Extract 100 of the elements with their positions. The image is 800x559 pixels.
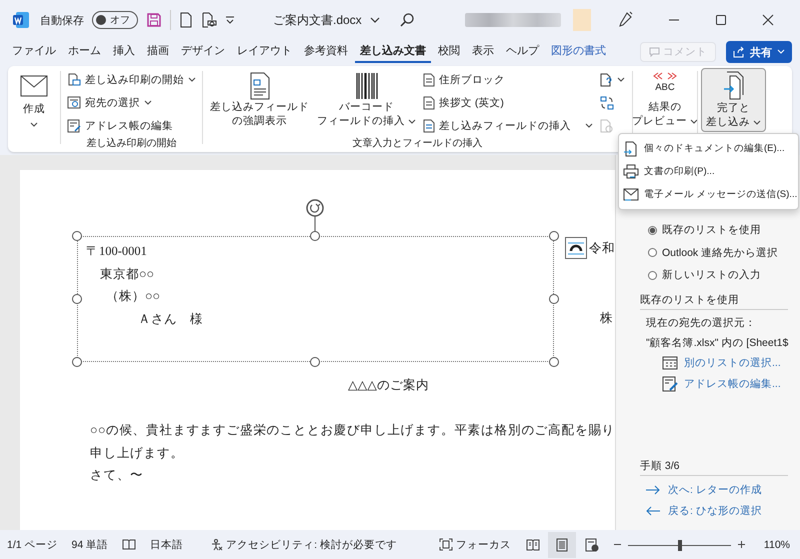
barcode-icon (354, 72, 378, 100)
group-label: 文章入力とフィールドの挿入 (352, 137, 482, 150)
resize-handle[interactable] (548, 356, 558, 366)
resize-handle[interactable] (548, 294, 558, 304)
autosave-toggle[interactable]: オフ (92, 11, 138, 29)
address-line: （株）○○ (106, 288, 160, 305)
page-count[interactable]: 1/1 ページ (7, 538, 58, 552)
previous-step-link[interactable]: 戻る: ひな形の選択 (646, 504, 762, 518)
document-arrow-icon (722, 71, 744, 101)
resize-handle[interactable] (72, 230, 82, 240)
step-heading: 手順 3/6 (640, 459, 788, 476)
radio-label[interactable]: Outlook 連絡先から選択 (662, 246, 778, 260)
source-value: "顧客名簿.xlsx" 内の [Sheet1$ (646, 336, 788, 350)
search-icon[interactable] (399, 12, 415, 28)
focus-icon (438, 538, 453, 551)
ribbon-tab[interactable]: デザイン (176, 41, 230, 63)
resize-handle[interactable] (548, 230, 558, 240)
document-icon[interactable] (179, 12, 193, 28)
document-title[interactable]: ご案内文書.docx (273, 12, 362, 28)
ribbon-menu-button[interactable]: 住所ブロック (420, 70, 596, 90)
comment-icon (649, 47, 660, 57)
menu-item[interactable]: 電子メール メッセージの送信(S)... (619, 183, 798, 206)
ribbon-menu-button[interactable]: 宛先の選択 (64, 93, 199, 113)
resize-handle[interactable] (310, 356, 320, 366)
document-question-icon (600, 73, 614, 87)
ribbon-large-button[interactable]: バーコード フィールドの挿入 (313, 69, 420, 137)
print-preview-icon[interactable] (201, 12, 217, 28)
address-line: Ａさん 様 (138, 310, 203, 328)
share-icon (733, 46, 745, 58)
resize-handle[interactable] (310, 230, 320, 240)
body-text-line: 申し上げます。 (90, 444, 184, 462)
ribbon-tab[interactable]: 図形の書式 (546, 41, 611, 63)
body-text-line: さて、〜 (90, 467, 144, 484)
pen-icon[interactable] (617, 11, 633, 29)
ribbon-menu-button[interactable]: アドレス帳の編集 (64, 116, 199, 136)
document-field-icon (248, 72, 270, 100)
ribbon-menu-button[interactable]: 差し込み印刷の開始 (64, 70, 199, 90)
caret-icon[interactable] (370, 16, 380, 24)
zoom-level[interactable]: 110% (764, 538, 790, 550)
autosave-label: 自動保存 (40, 14, 84, 28)
group-label: 差し込み印刷の開始 (86, 137, 176, 150)
radio-button[interactable] (648, 226, 657, 235)
language-status[interactable]: 日本語 (150, 538, 184, 552)
ribbon-menu-button[interactable]: 差し込みフィールドの挿入 (420, 116, 596, 136)
word-logo-icon (12, 11, 30, 29)
next-step-link[interactable]: 次へ: レターの作成 (646, 483, 762, 497)
save-icon[interactable] (146, 12, 162, 28)
sender-text: 株 (600, 310, 613, 327)
ribbon-tab[interactable]: 表示 (467, 41, 499, 63)
address-line: 〒100-0001 (86, 243, 147, 260)
ribbon-tab[interactable]: ファイル (7, 41, 61, 63)
pane-link[interactable]: アドレス帳の編集... (662, 376, 781, 392)
date-text: 令和 (589, 240, 615, 257)
print-layout-button[interactable] (548, 532, 576, 558)
ribbon-tab[interactable]: 差し込み文書 (355, 41, 431, 63)
pane-link[interactable]: 別のリストの選択... (662, 356, 781, 370)
accessibility-status[interactable]: アクセシビリティ: 検討が必要です (211, 538, 397, 552)
ribbon-tab[interactable]: 校閲 (433, 41, 465, 63)
accessibility-icon (211, 538, 224, 550)
address-line: 東京都○○ (100, 266, 154, 282)
radio-label[interactable]: 既存のリストを使用 (662, 223, 761, 238)
ribbon-tab[interactable]: レイアウト (232, 41, 297, 63)
ribbon-tab[interactable]: 描画 (142, 41, 174, 63)
create-button[interactable]: 作成 (18, 69, 50, 131)
radio-label[interactable]: 新しいリストの入力 (662, 268, 761, 282)
ribbon-large-button[interactable]: 差し込みフィールド の強調表示 (206, 69, 313, 137)
menu-item[interactable]: 文書の印刷(P)... (619, 160, 798, 183)
ribbon-tab[interactable]: 参考資料 (299, 41, 353, 63)
match-fields-icon (600, 96, 614, 110)
page-globe-icon (584, 538, 599, 552)
arrow-left-icon (646, 506, 660, 516)
customize-caret-icon[interactable] (225, 15, 235, 25)
finish-merge-button[interactable]: 完了と 差し込み (701, 68, 766, 132)
zoom-in-icon[interactable] (736, 540, 746, 549)
share-button[interactable]: 共有 (726, 41, 792, 63)
menu-item[interactable]: 個々のドキュメントの編集(E)... (619, 137, 798, 160)
resize-handle[interactable] (72, 356, 82, 366)
maximize-icon[interactable] (715, 14, 727, 26)
document-mail-icon (67, 73, 81, 87)
address-book-edit-icon (662, 376, 678, 392)
radio-button[interactable] (648, 248, 657, 258)
ribbon-tab[interactable]: ホーム (63, 41, 106, 63)
document-lines-icon (423, 96, 435, 110)
envelope-icon (20, 75, 48, 97)
radio-button[interactable] (648, 270, 657, 280)
word-count[interactable]: 94 単語 (72, 538, 108, 552)
layout-options-icon[interactable] (565, 237, 587, 259)
open-book-icon (526, 538, 540, 550)
zoom-slider[interactable] (628, 538, 731, 552)
letter-heading: △△△のご案内 (348, 377, 429, 394)
focus-button[interactable]: フォーカス (438, 538, 511, 552)
close-icon[interactable] (762, 14, 774, 26)
body-text-line: ○○の候、貴社ますますご盛栄のこととお慶び申し上げます。平素は格別のご高配を賜り (90, 422, 615, 439)
ribbon-menu-button[interactable]: 挨拶文 (英文) (420, 93, 596, 113)
document-lines-icon (423, 73, 435, 87)
ribbon-tab[interactable]: ヘルプ (501, 41, 544, 63)
ribbon-tab[interactable]: 挿入 (108, 41, 140, 63)
resize-handle[interactable] (72, 294, 82, 304)
double-chevrons-icon (653, 72, 677, 80)
zoom-slider-thumb[interactable] (678, 540, 682, 550)
